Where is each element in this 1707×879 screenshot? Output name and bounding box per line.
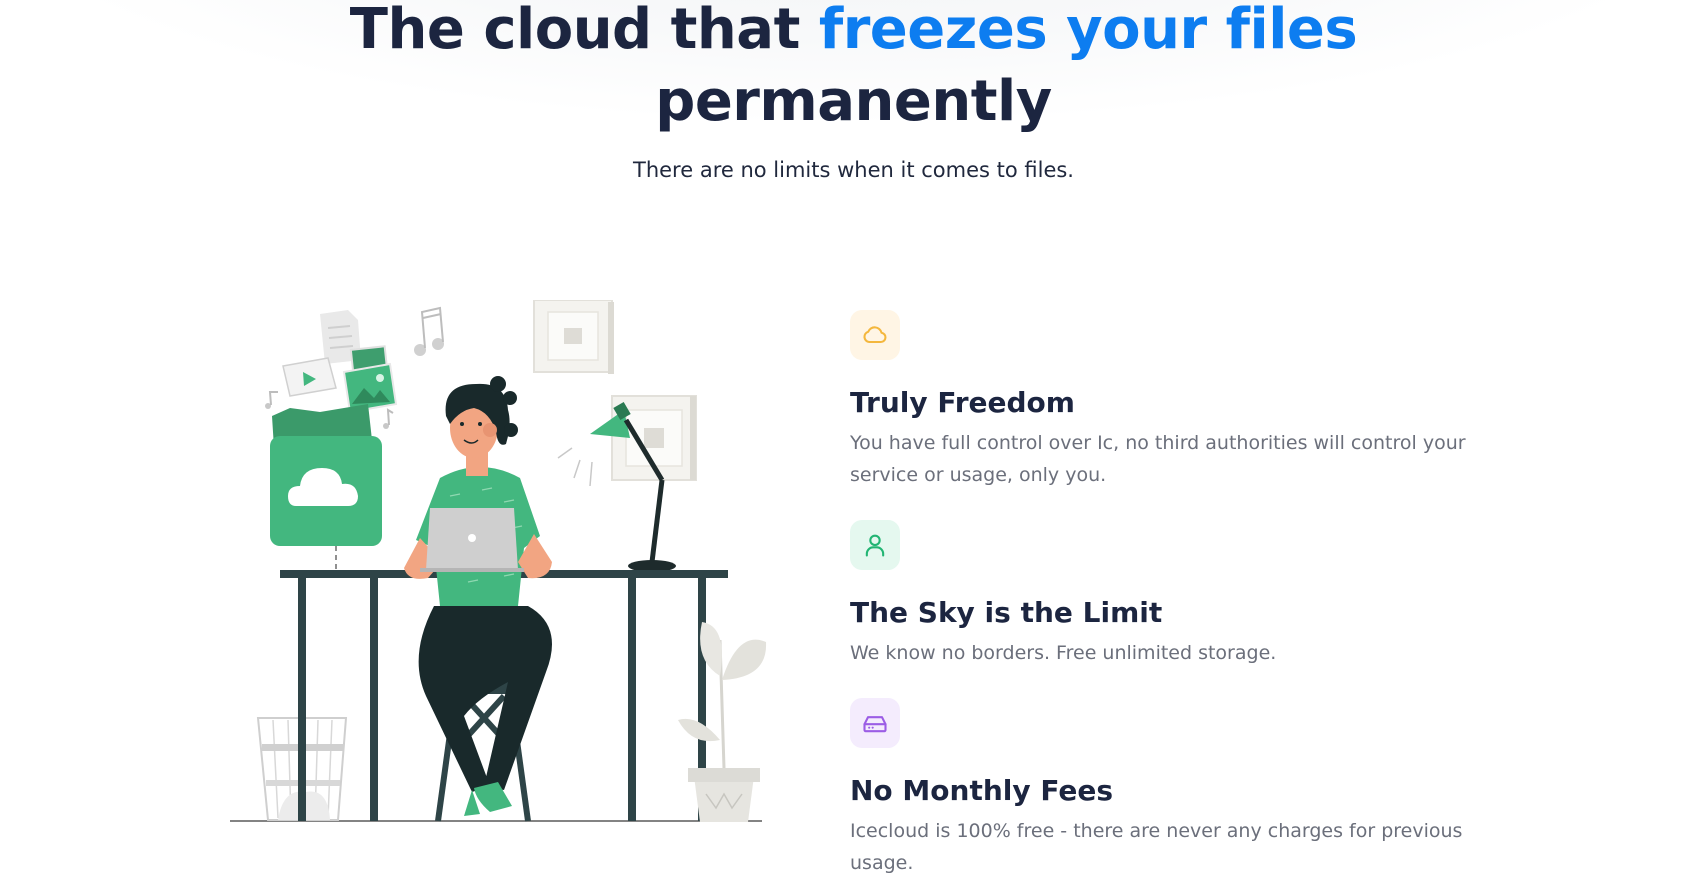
- plant-icon: [678, 622, 767, 822]
- feature-icon-container: [850, 698, 900, 748]
- hero-title-accent: freezes your files: [818, 0, 1358, 62]
- hard-drive-icon: [863, 716, 887, 733]
- person-legs: [418, 606, 552, 816]
- hero-subtitle: There are no limits when it comes to fil…: [633, 158, 1074, 182]
- hero-title-part2: permanently: [655, 69, 1052, 134]
- feature-title: Truly Freedom: [850, 386, 1075, 419]
- image-file-icon: [342, 345, 398, 414]
- feature-title: No Monthly Fees: [850, 774, 1114, 807]
- hero-title-part1: The cloud that: [349, 0, 819, 62]
- feature-description: We know no borders. Free unlimited stora…: [850, 642, 1277, 664]
- user-icon: [865, 534, 885, 557]
- feature-icon-container: [850, 520, 900, 570]
- feature-title: The Sky is the Limit: [850, 596, 1163, 629]
- video-file-icon: [282, 357, 337, 397]
- feature-no-monthly-fees: No Monthly Fees Icecloud is 100% free - …: [850, 698, 1470, 879]
- person-at-desk-illustration: [230, 300, 767, 822]
- feature-icon-container: [850, 310, 900, 360]
- laptop-icon: [420, 508, 524, 572]
- feature-sky-is-the-limit: The Sky is the Limit We know no borders.…: [850, 520, 1470, 669]
- wall-frame-icon: [533, 300, 697, 481]
- hero-title: The cloud that freezes your files perman…: [0, 0, 1707, 138]
- feature-truly-freedom: Truly Freedom You have full control over…: [850, 310, 1470, 491]
- feature-description: Icecloud is 100% free - there are never …: [850, 820, 1463, 874]
- cloud-storage-box-icon: [270, 404, 428, 575]
- feature-description: You have full control over Ic, no third …: [850, 432, 1466, 486]
- cloud-icon: [863, 326, 887, 344]
- person-head: [445, 376, 518, 476]
